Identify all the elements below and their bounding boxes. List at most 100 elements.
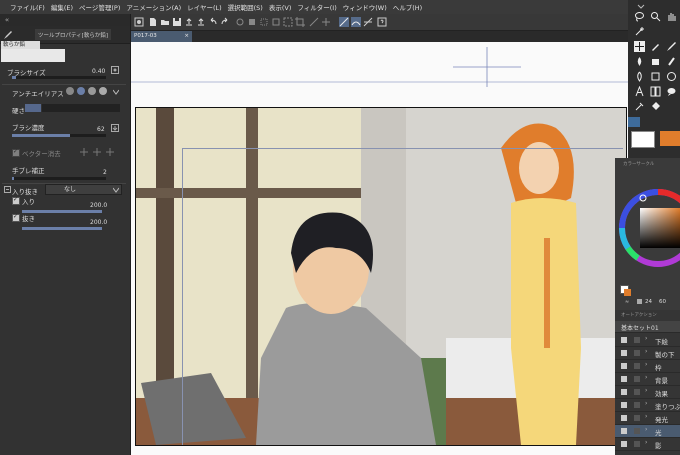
color-wheel[interactable] xyxy=(618,183,680,273)
figure-icon[interactable] xyxy=(666,71,677,82)
pencil-icon[interactable] xyxy=(666,41,677,52)
clear-icon[interactable] xyxy=(235,17,245,27)
menu-page[interactable]: ページ管理(P) xyxy=(79,2,120,12)
menu-window[interactable]: ウィンドウ(W) xyxy=(343,2,387,12)
text-icon[interactable] xyxy=(634,86,645,97)
toggle-icon[interactable] xyxy=(634,376,640,382)
hardness-level[interactable] xyxy=(25,104,41,112)
action-set-select[interactable]: 基本セット01 xyxy=(615,321,680,333)
document-tab[interactable]: P017-03 × xyxy=(131,31,192,42)
chevron-down-icon[interactable] xyxy=(113,89,119,95)
taper-out-value[interactable]: 200.0 xyxy=(90,219,107,226)
vector-erase-mode-icon[interactable] xyxy=(78,148,118,156)
chevron-right-icon[interactable]: › xyxy=(645,413,647,420)
list-item[interactable]: › 効果 xyxy=(615,386,680,399)
airbrush-icon[interactable] xyxy=(650,56,661,67)
snap-to-grid-icon[interactable] xyxy=(363,17,373,27)
close-tab-icon[interactable]: × xyxy=(184,31,189,42)
snap-to-ruler-icon[interactable] xyxy=(339,17,349,27)
antialias-none-option[interactable] xyxy=(66,87,74,95)
checkbox[interactable] xyxy=(621,350,627,356)
blend-icon[interactable] xyxy=(634,71,645,82)
chevron-right-icon[interactable]: › xyxy=(645,361,647,368)
move-icon[interactable] xyxy=(634,41,645,52)
list-item[interactable]: › 下絵 xyxy=(615,334,680,347)
taper-in-checkbox[interactable] xyxy=(12,196,20,205)
fill-bucket-icon[interactable] xyxy=(650,101,661,112)
balloon-icon[interactable] xyxy=(666,86,677,97)
help-icon[interactable] xyxy=(377,17,387,27)
zoom-icon[interactable] xyxy=(650,11,661,22)
chevron-right-icon[interactable]: › xyxy=(645,400,647,407)
snap-to-special-ruler-icon[interactable] xyxy=(351,17,361,27)
list-item[interactable]: › 製の下 xyxy=(615,347,680,360)
pen-tool-icon[interactable] xyxy=(3,30,13,40)
taper-select[interactable]: なし xyxy=(45,184,122,195)
checkbox[interactable] xyxy=(621,428,627,434)
brush-size-settings-icon[interactable] xyxy=(111,66,119,74)
decoration-icon[interactable] xyxy=(666,56,677,67)
menu-filter[interactable]: フィルター(I) xyxy=(297,2,336,12)
ruler-icon[interactable] xyxy=(309,17,319,27)
transform-icon[interactable] xyxy=(259,17,269,27)
chevron-right-icon[interactable]: › xyxy=(645,335,647,342)
list-item[interactable]: › 発光 xyxy=(615,412,680,425)
eraser-icon[interactable] xyxy=(650,71,661,82)
hardness-bar[interactable] xyxy=(42,104,120,112)
checkbox[interactable] xyxy=(621,337,627,343)
brush-density-slider[interactable] xyxy=(12,134,106,137)
collapse-panel-icon[interactable]: « xyxy=(0,16,14,24)
open-folder-icon[interactable] xyxy=(160,17,170,27)
toggle-icon[interactable] xyxy=(634,337,640,343)
antialias-strong-option[interactable] xyxy=(99,87,107,95)
deselect-icon[interactable] xyxy=(271,17,281,27)
chevron-right-icon[interactable]: › xyxy=(645,374,647,381)
export-icon[interactable] xyxy=(184,17,194,27)
brush-size-value[interactable]: 0.40 xyxy=(92,68,105,75)
chevron-right-icon[interactable]: › xyxy=(645,439,647,446)
antialias-medium-option[interactable] xyxy=(88,87,96,95)
menu-animation[interactable]: アニメーション(A) xyxy=(126,2,181,12)
active-tool-indicator[interactable] xyxy=(628,117,640,127)
menu-selection[interactable]: 選択範囲(S) xyxy=(228,2,263,12)
toggle-icon[interactable] xyxy=(634,389,640,395)
redo-icon[interactable] xyxy=(220,17,230,27)
hand-icon[interactable] xyxy=(666,11,677,22)
save-icon[interactable] xyxy=(172,17,182,27)
stabilization-value[interactable]: 2 xyxy=(103,169,107,176)
toggle-icon[interactable] xyxy=(634,363,640,369)
vector-erase-checkbox[interactable] xyxy=(12,148,20,157)
checkbox[interactable] xyxy=(621,415,627,421)
magic-wand-icon[interactable] xyxy=(634,26,645,37)
taper-in-value[interactable]: 200.0 xyxy=(90,202,107,209)
menu-view[interactable]: 表示(V) xyxy=(269,2,292,12)
snap-icon[interactable] xyxy=(321,17,331,27)
list-item[interactable]: › 枠 xyxy=(615,360,680,373)
collapse-minus-icon[interactable] xyxy=(4,186,11,193)
checkbox[interactable] xyxy=(621,363,627,369)
brush-size-slider[interactable] xyxy=(12,76,106,79)
stabilization-slider[interactable] xyxy=(12,177,106,180)
chevron-right-icon[interactable]: › xyxy=(645,426,647,433)
toggle-icon[interactable] xyxy=(634,415,640,421)
toggle-icon[interactable] xyxy=(634,402,640,408)
checkbox[interactable] xyxy=(621,389,627,395)
menu-edit[interactable]: 編集(E) xyxy=(51,2,73,12)
chevron-down-icon[interactable] xyxy=(113,187,119,193)
eyedropper-icon[interactable] xyxy=(634,101,645,112)
menu-help[interactable]: ヘルプ(H) xyxy=(393,2,422,12)
crop-icon[interactable] xyxy=(295,17,305,27)
tool-property-tab[interactable]: ツールプロパティ[軟らか鉛] xyxy=(35,29,111,40)
illustration-panel[interactable] xyxy=(135,107,627,446)
lasso-icon[interactable] xyxy=(634,11,645,22)
toggle-icon[interactable] xyxy=(634,350,640,356)
list-item[interactable]: › 影 xyxy=(615,438,680,451)
chevron-right-icon[interactable]: › xyxy=(645,348,647,355)
antialias-weak-option[interactable] xyxy=(77,87,85,95)
chevron-right-icon[interactable]: › xyxy=(645,387,647,394)
fill-icon[interactable] xyxy=(247,17,257,27)
menu-layer[interactable]: レイヤー(L) xyxy=(187,2,222,12)
brush-density-value[interactable]: 62 xyxy=(97,126,105,133)
frame-border-icon[interactable] xyxy=(650,86,661,97)
sub-color-mini[interactable] xyxy=(624,289,631,296)
